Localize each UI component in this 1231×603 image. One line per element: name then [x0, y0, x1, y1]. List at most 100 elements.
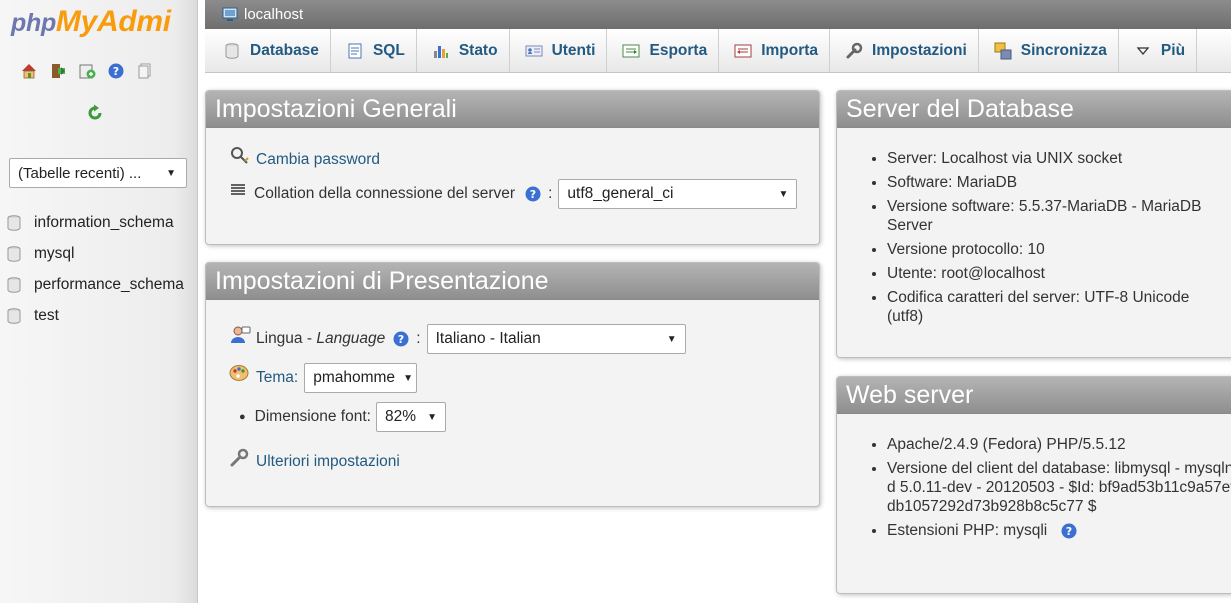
tab-database[interactable]: Database [208, 29, 331, 72]
chevron-down-icon: ▼ [427, 411, 437, 423]
panel-title: Web server [837, 377, 1231, 414]
triangle-down-icon [1133, 42, 1153, 60]
panel-title: Impostazioni Generali [206, 91, 819, 128]
tab-label: Importa [761, 41, 819, 59]
wrench-icon [230, 448, 249, 467]
tab-label: SQL [372, 41, 405, 59]
tab-label: Utenti [551, 41, 596, 59]
top-menu: Database SQL Stato Utenti Esporta Import… [205, 29, 1231, 73]
language-label-english: Language [316, 330, 386, 347]
list-item: Software: MariaDB [887, 173, 1219, 192]
sql-icon [345, 42, 365, 60]
theme-select[interactable]: pmahomme ▼ [304, 363, 418, 393]
theme-label-link[interactable]: Tema: [256, 369, 298, 387]
list-item: Apache/2.4.9 (Fedora) PHP/5.5.12 [887, 435, 1231, 454]
help-icon[interactable]: ? [524, 185, 542, 203]
database-icon [7, 245, 21, 262]
database-icon [7, 307, 21, 324]
chevron-down-icon: ▼ [778, 188, 789, 200]
query-window-icon[interactable] [78, 62, 96, 80]
server-name-link[interactable]: localhost [244, 6, 303, 23]
collation-value: utf8_general_ci [567, 185, 674, 202]
home-icon[interactable] [20, 62, 38, 80]
database-tree: information_schema mysql performance_sch… [0, 207, 197, 331]
tab-label: Impostazioni [872, 41, 967, 59]
db-server-info-list: Server: Localhost via UNIX socket Softwa… [837, 149, 1231, 331]
db-item-performance-schema[interactable]: performance_schema [0, 269, 197, 300]
tab-export[interactable]: Esporta [607, 29, 720, 72]
logout-icon[interactable] [49, 62, 67, 80]
svg-text:?: ? [398, 333, 404, 346]
tab-import[interactable]: Importa [719, 29, 831, 72]
svg-text:?: ? [1065, 525, 1071, 538]
server-icon [222, 7, 238, 21]
chevron-down-icon: ▼ [403, 372, 413, 384]
database-icon [7, 276, 21, 293]
reload-navigation-icon[interactable] [86, 104, 104, 122]
language-icon [231, 326, 251, 343]
tab-more[interactable]: Più [1119, 29, 1198, 72]
font-size-select[interactable]: 82% ▼ [375, 402, 446, 432]
recent-tables-value: (Tabelle recenti) ... [18, 164, 142, 182]
tab-label: Sincronizza [1020, 41, 1107, 59]
recent-tables-select[interactable]: (Tabelle recenti) ... ▼ [9, 158, 187, 188]
navigation-panel: phpMyAdmi ? (Tabelle recenti) ... ▼ info… [0, 0, 198, 603]
logo-myadmin: MyAdmi [55, 5, 171, 38]
chevron-down-icon: ▼ [166, 167, 176, 179]
web-server-info-list: Apache/2.4.9 (Fedora) PHP/5.5.12 Version… [837, 435, 1231, 545]
export-icon [621, 42, 641, 60]
db-name: mysql [34, 244, 75, 262]
list-item: Server: Localhost via UNIX socket [887, 149, 1219, 168]
list-icon [231, 184, 245, 195]
theme-palette-icon [229, 365, 249, 381]
list-item: Versione software: 5.5.37-MariaDB - Mari… [887, 197, 1219, 235]
list-item: Codifica caratteri del server: UTF-8 Uni… [887, 288, 1219, 326]
svg-text:?: ? [113, 65, 119, 78]
status-chart-icon [431, 42, 451, 60]
language-value: Italiano - Italian [435, 330, 541, 347]
bullet: ● [239, 411, 246, 423]
change-password-link[interactable]: Cambia password [256, 151, 380, 169]
collation-select[interactable]: utf8_general_ci ▼ [558, 179, 798, 209]
list-item: Utente: root@localhost [887, 264, 1219, 283]
tab-users[interactable]: Utenti [510, 29, 608, 72]
database-icon [7, 214, 21, 231]
documentation-icon[interactable]: ? [107, 62, 125, 80]
import-icon [733, 42, 753, 60]
users-icon [524, 42, 544, 60]
panel-title: Impostazioni di Presentazione [206, 263, 819, 300]
server-breadcrumb: localhost [205, 0, 1231, 29]
panel-title: Server del Database [837, 91, 1231, 128]
phpmyadmin-logo[interactable]: phpMyAdmi [11, 5, 171, 39]
general-settings-panel: Impostazioni Generali Cambia password Co… [205, 90, 820, 245]
wrench-icon [844, 42, 864, 60]
database-server-panel: Server del Database Server: Localhost vi… [836, 90, 1231, 358]
database-icon [222, 42, 242, 60]
db-item-information-schema[interactable]: information_schema [0, 207, 197, 238]
list-item: Versione protocollo: 10 [887, 240, 1219, 259]
db-item-test[interactable]: test [0, 300, 197, 331]
tab-label: Stato [458, 41, 498, 59]
tab-synchronize[interactable]: Sincronizza [979, 29, 1119, 72]
docs-copy-icon[interactable] [136, 62, 154, 80]
logo-php: php [11, 9, 56, 37]
db-name: information_schema [34, 213, 174, 231]
tab-settings[interactable]: Impostazioni [830, 29, 979, 72]
tab-sql[interactable]: SQL [331, 29, 417, 72]
more-settings-link[interactable]: Ulteriori impostazioni [256, 453, 400, 471]
svg-text:?: ? [530, 188, 536, 201]
font-size-value: 82% [384, 408, 416, 425]
list-item-php-extensions: Estensioni PHP: mysqli ? [887, 521, 1231, 540]
tab-label: Database [250, 41, 319, 59]
tab-status[interactable]: Stato [417, 29, 510, 72]
db-item-mysql[interactable]: mysql [0, 238, 197, 269]
sync-icon [993, 42, 1013, 60]
help-icon[interactable]: ? [1060, 522, 1078, 540]
db-name: performance_schema [34, 275, 184, 293]
navigation-icons: ? [20, 62, 154, 80]
list-item: Versione del client del database: libmys… [887, 459, 1231, 516]
help-icon[interactable]: ? [392, 330, 410, 348]
language-select[interactable]: Italiano - Italian ▼ [426, 324, 686, 354]
db-name: test [34, 306, 59, 324]
web-server-panel: Web server Apache/2.4.9 (Fedora) PHP/5.5… [836, 376, 1231, 594]
